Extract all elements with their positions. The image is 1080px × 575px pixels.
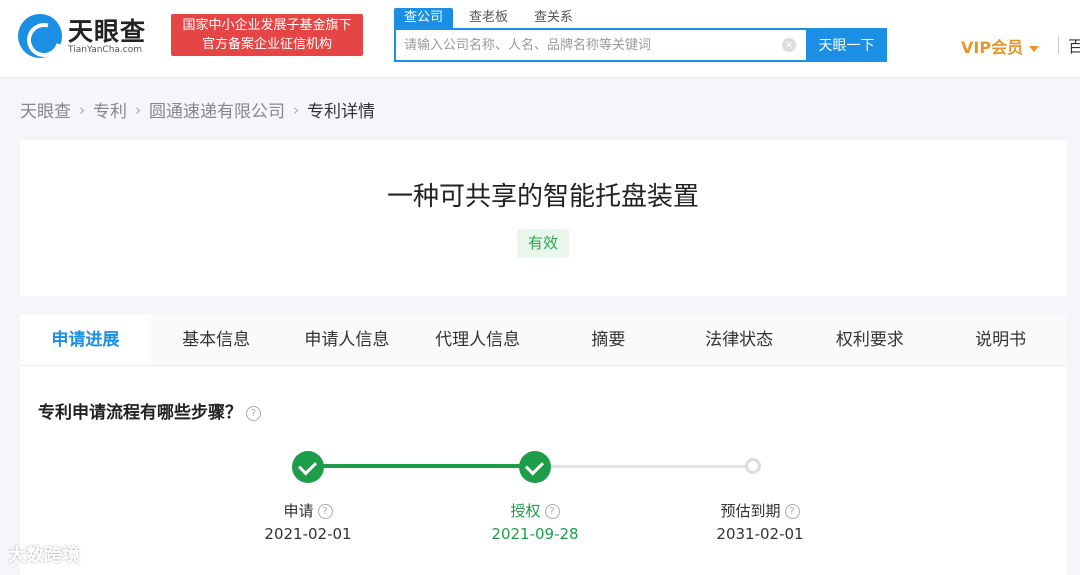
breadcrumb-item-home[interactable]: 天眼查: [20, 97, 71, 122]
tab-specification[interactable]: 说明书: [935, 314, 1066, 365]
tab-progress[interactable]: 申请进展: [20, 314, 151, 365]
patent-title-card: 一种可共享的智能托盘装置 有效: [20, 140, 1066, 296]
check-icon: [519, 451, 551, 483]
status-badge: 有效: [517, 229, 569, 258]
progress-line-pending: [550, 465, 756, 468]
caret-down-icon: [1029, 45, 1040, 52]
breadcrumb: 天眼查 › 专利 › 圆通速递有限公司 › 专利详情: [20, 97, 375, 123]
check-icon: [292, 451, 324, 483]
tab-applicant[interactable]: 申请人信息: [281, 314, 413, 365]
step-apply-text: 申请: [283, 502, 314, 520]
progress-line-completed: [308, 464, 536, 468]
top-header: 天眼查 TianYanCha.com 国家中小企业发展子基金旗下 官方备案企业征…: [0, 0, 1080, 78]
search-input[interactable]: [404, 30, 774, 60]
step-label-apply: 申请?: [238, 500, 378, 521]
tab-basic-info[interactable]: 基本信息: [150, 314, 282, 365]
search-tab-boss[interactable]: 查老板: [459, 8, 518, 28]
pending-dot-icon: [745, 458, 761, 474]
step-date-expiry: 2031-02-01: [716, 525, 804, 543]
step-grant-text: 授权: [510, 502, 541, 520]
logo-eye-icon: [18, 14, 62, 58]
tab-legal-status[interactable]: 法律状态: [673, 314, 805, 365]
breadcrumb-item-patent[interactable]: 专利: [93, 97, 127, 122]
badge-line-2: 官方备案企业征信机构: [201, 37, 332, 52]
step-date-grant: 2021-09-28: [491, 525, 579, 543]
progress-panel: 专利申请流程有哪些步骤？? 申请? 2021-02-01 授权? 2021-09…: [20, 366, 1066, 575]
patent-title: 一种可共享的智能托盘装置: [386, 182, 699, 212]
step-label-expiry: 预估到期?: [690, 500, 830, 521]
vip-label: VIP会员: [961, 38, 1024, 57]
step-label-grant: 授权?: [465, 500, 605, 521]
search-type-tabs: 查公司 查老板 查关系: [394, 8, 589, 28]
help-icon[interactable]: ?: [317, 504, 333, 519]
breadcrumb-item-current: 专利详情: [307, 102, 375, 122]
tab-agent[interactable]: 代理人信息: [412, 314, 543, 365]
step-expiry-text: 预估到期: [720, 502, 781, 520]
logo-text: 天眼查: [68, 17, 147, 46]
search-tab-company[interactable]: 查公司: [394, 8, 454, 28]
detail-tabs: 申请进展 基本信息 申请人信息 代理人信息 摘要 法律状态 权利要求 说明书: [20, 314, 1066, 366]
chevron-right-icon: ›: [79, 100, 85, 119]
clear-icon[interactable]: ×: [782, 38, 796, 52]
help-icon[interactable]: ?: [784, 504, 800, 519]
watermark: 大数跨境: [8, 545, 80, 566]
step-date-apply: 2021-02-01: [264, 525, 352, 543]
vip-menu[interactable]: VIP会员: [961, 34, 1040, 58]
tab-claims[interactable]: 权利要求: [804, 314, 936, 365]
help-icon[interactable]: ?: [544, 504, 560, 519]
badge-line-1: 国家中小企业发展子基金旗下: [182, 18, 352, 33]
tianyancha-logo[interactable]: 天眼查 TianYanCha.com: [18, 12, 163, 58]
official-badge: 国家中小企业发展子基金旗下 官方备案企业征信机构: [171, 14, 363, 56]
breadcrumb-item-company[interactable]: 圆通速递有限公司: [149, 97, 285, 122]
chevron-right-icon: ›: [135, 100, 141, 119]
search-tab-relation[interactable]: 查关系: [524, 8, 583, 28]
header-divider: [1058, 36, 1059, 54]
logo-domain: TianYanCha.com: [68, 45, 143, 55]
header-more-link[interactable]: 百: [1068, 33, 1080, 57]
progress-timeline: 申请? 2021-02-01 授权? 2021-09-28 预估到期? 2031…: [20, 366, 1066, 575]
search-button[interactable]: 天眼一下: [806, 28, 887, 62]
chevron-right-icon: ›: [293, 100, 299, 119]
tab-abstract[interactable]: 摘要: [543, 314, 674, 365]
search-box: ×: [394, 28, 806, 62]
